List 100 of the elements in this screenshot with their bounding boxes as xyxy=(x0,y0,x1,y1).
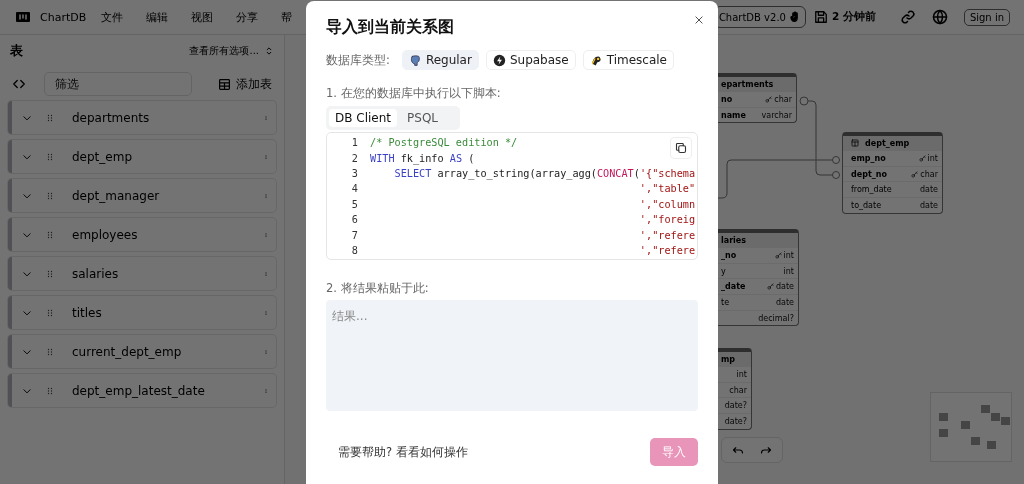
step-instruction: 2. 将结果粘贴于此: xyxy=(326,281,430,296)
database-type-option[interactable]: Regular xyxy=(401,50,479,70)
field-type: date xyxy=(775,297,794,307)
view-options-dropdown[interactable]: 查看所有选项... xyxy=(189,44,274,58)
code-line: ',"foreig xyxy=(638,214,696,226)
field-type: char xyxy=(920,169,938,179)
help-link[interactable]: 看看如何操作 xyxy=(395,444,468,459)
field-type: decimal? xyxy=(758,313,794,323)
field-type: date xyxy=(919,200,938,210)
table-title: epartments xyxy=(721,79,774,89)
code-line: ',"refere xyxy=(638,229,696,241)
code-icon xyxy=(12,77,26,91)
field-name: to_date xyxy=(851,200,882,210)
code-line: /* PostgreSQL edition */ xyxy=(370,137,518,149)
table-list-item[interactable]: dept_emp_latest_date xyxy=(8,374,276,407)
table-list-item[interactable]: dept_emp xyxy=(8,140,276,173)
key-icon xyxy=(918,154,926,162)
field-name: _date xyxy=(721,282,746,292)
key-icon xyxy=(766,283,774,291)
table-title: mp xyxy=(721,354,736,364)
menu-item[interactable]: 文件 xyxy=(101,9,124,25)
saved-time: 2 分钟前 xyxy=(831,10,876,24)
undo-icon xyxy=(730,444,746,456)
field-type: date xyxy=(775,282,794,292)
tab[interactable]: DB Client xyxy=(329,109,398,127)
line-number: 8 xyxy=(350,244,358,256)
database-type-option[interactable]: Supabase xyxy=(485,50,576,70)
field-type: int xyxy=(736,369,747,379)
table-list-item[interactable]: salaries xyxy=(8,257,276,290)
field-name: from_date xyxy=(851,185,892,195)
field-type: int xyxy=(783,250,794,260)
key-icon xyxy=(911,170,919,178)
result-field[interactable]: 结果... xyxy=(326,300,698,411)
db-type-label: 数据库类型: xyxy=(326,52,390,68)
field-type: int xyxy=(927,153,938,163)
menu-item[interactable]: 帮 xyxy=(281,9,293,25)
database-type-option[interactable]: Timescale xyxy=(582,50,674,70)
sidebar-title: 表 xyxy=(10,42,23,60)
table-list-item[interactable]: employees xyxy=(8,218,276,251)
table-list-item[interactable]: current_dept_emp xyxy=(8,335,276,368)
line-number: 5 xyxy=(350,198,358,210)
code-line: SELECT array_to_string(array_agg(CONCAT('{"schema xyxy=(393,167,696,179)
field-type: date? xyxy=(724,416,747,426)
filter-field[interactable]: 筛选 xyxy=(44,72,192,96)
menu-item[interactable]: 编辑 xyxy=(146,9,169,25)
table-node[interactable]: dept_emp emp_no int dept_no char from_date date to_date date xyxy=(842,132,943,214)
field-name: no xyxy=(721,94,733,104)
menu-item[interactable]: 分享 xyxy=(236,9,259,25)
chevron-up-down-icon xyxy=(264,45,274,57)
table-list-item[interactable]: dept_manager xyxy=(8,179,276,212)
field-name: dept_no xyxy=(851,169,887,179)
table-name: dept_emp_latest_date xyxy=(72,383,206,398)
code-line: ',"column xyxy=(638,198,696,210)
close-icon[interactable] xyxy=(694,15,704,25)
field-name: _no xyxy=(721,250,737,260)
save-icon xyxy=(813,10,828,24)
table-title: dept_emp xyxy=(865,138,910,148)
globe-icon xyxy=(931,9,948,25)
add-table-button[interactable]: 添加表 xyxy=(214,73,276,95)
sign-in-button[interactable]: Sign in xyxy=(963,8,1010,26)
table-name: salaries xyxy=(72,266,120,281)
field-type: date xyxy=(919,185,938,195)
line-number: 3 xyxy=(350,167,358,179)
key-icon xyxy=(765,95,773,103)
dialog-title: 导入到当前关系图 xyxy=(326,17,454,38)
table-name: departments xyxy=(72,110,151,125)
line-number: 7 xyxy=(350,229,358,241)
copy-button[interactable] xyxy=(670,137,692,159)
help-text: 需要帮助? 看看如何操作 xyxy=(338,444,468,460)
code-line: ',"table" xyxy=(638,183,696,195)
app-name: ChartDB xyxy=(40,10,87,24)
table-name: titles xyxy=(72,305,103,320)
table-list-item[interactable]: departments xyxy=(8,101,276,134)
key-icon xyxy=(774,251,782,259)
tab[interactable]: PSQL xyxy=(401,109,444,127)
table-title: laries xyxy=(721,235,746,245)
field-name: te xyxy=(721,297,730,307)
code-line: WITH fk_info AS ( xyxy=(370,152,475,164)
redo-icon xyxy=(758,444,774,456)
table-icon xyxy=(851,139,859,147)
line-number: 2 xyxy=(350,152,358,164)
table-icon xyxy=(218,77,231,91)
code-line: ',"refere xyxy=(638,244,696,256)
link-icon xyxy=(899,9,916,25)
line-number: 1 xyxy=(350,137,358,149)
copy-icon xyxy=(675,142,687,154)
menu-item[interactable]: 视图 xyxy=(191,9,214,25)
field-type: char xyxy=(774,94,792,104)
line-number: 4 xyxy=(350,183,358,195)
table-name: dept_manager xyxy=(72,188,161,203)
field-type: date? xyxy=(724,401,747,411)
table-list-item[interactable]: titles xyxy=(8,296,276,329)
field-type: char xyxy=(729,385,747,395)
elephant-icon xyxy=(408,53,422,67)
line-number: 6 xyxy=(350,214,358,226)
field-type: varchar xyxy=(761,110,792,120)
lightning-bolt-icon xyxy=(492,53,506,67)
table-name: employees xyxy=(72,227,139,242)
step-instruction: 1. 在您的数据库中执行以下脚本: xyxy=(326,86,502,101)
field-name: name xyxy=(721,110,746,120)
